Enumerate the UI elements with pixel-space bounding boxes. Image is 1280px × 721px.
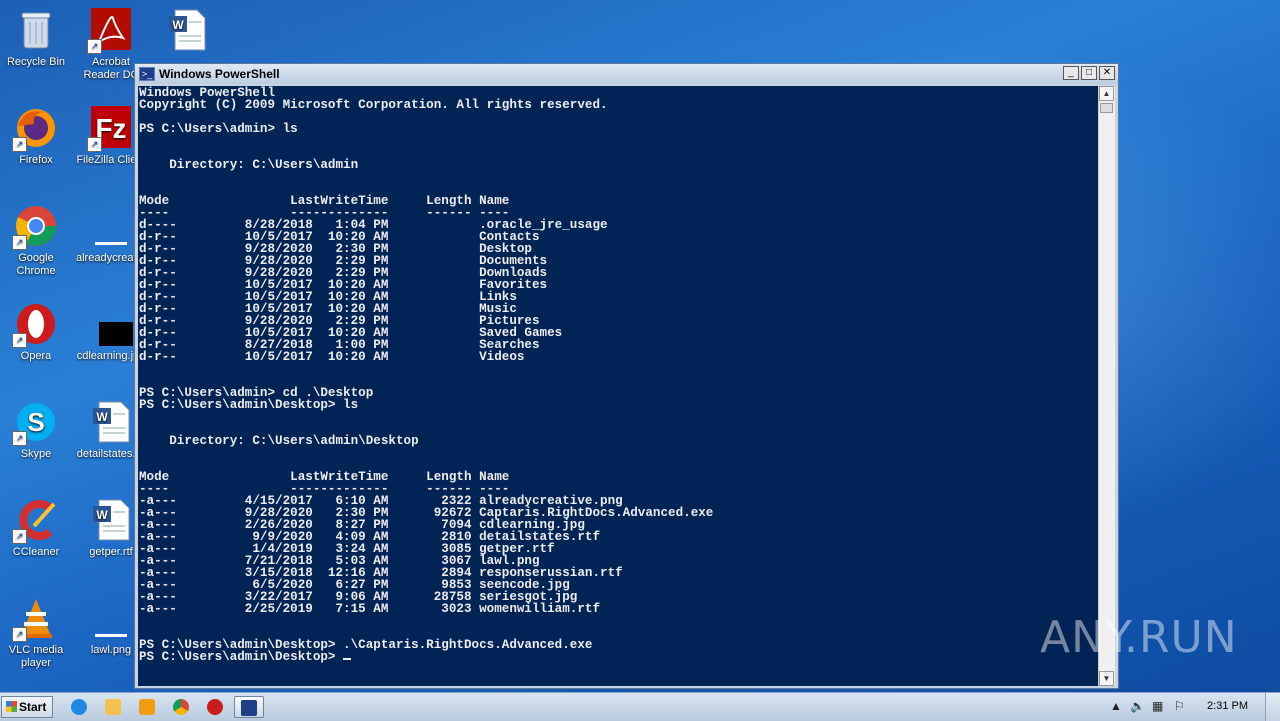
- console-line: Directory: C:\Users\admin\Desktop: [139, 434, 419, 448]
- powershell-icon: [241, 700, 257, 716]
- opera-icon: [207, 699, 223, 715]
- desktop-icon-vlc[interactable]: ↗ VLC media player: [1, 596, 71, 670]
- desktop-icon-label: VLC media player: [8, 644, 64, 669]
- shortcut-arrow-icon: ↗: [12, 529, 27, 544]
- desktop-icon-label: Recycle Bin: [6, 56, 66, 68]
- desktop-icon-chrome[interactable]: ↗ Google Chrome: [1, 204, 71, 278]
- scroll-thumb[interactable]: [1100, 103, 1113, 113]
- start-button[interactable]: Start: [1, 696, 53, 718]
- chrome-icon: [173, 699, 189, 715]
- explorer-folder-icon: [105, 699, 121, 715]
- taskbar-opera[interactable]: [202, 696, 228, 718]
- scroll-up-arrow-icon[interactable]: ▲: [1099, 86, 1114, 101]
- taskbar-clock[interactable]: 2:31 PM: [1207, 700, 1248, 712]
- vertical-scrollbar[interactable]: ▲ ▼: [1098, 86, 1115, 686]
- internet-explorer-icon: [71, 699, 87, 715]
- filezilla-icon: Fz ↗: [87, 106, 133, 152]
- shortcut-arrow-icon: ↗: [12, 235, 27, 250]
- window-controls: _ □ ✕: [1063, 66, 1115, 80]
- show-desktop-button[interactable]: [1265, 693, 1280, 721]
- shortcut-arrow-icon: ↗: [12, 137, 27, 152]
- powershell-icon: >_: [139, 67, 155, 81]
- start-label: Start: [19, 700, 47, 714]
- shortcut-arrow-icon: ↗: [87, 137, 102, 152]
- window-title: Windows PowerShell: [159, 67, 280, 81]
- console-line: Directory: C:\Users\admin: [139, 158, 359, 172]
- console-line: PS C:\Users\admin> ls: [139, 122, 298, 136]
- system-tray: ▲ 🔈 ▦ ⚐: [1100, 693, 1280, 721]
- desktop-icon-label: CCleaner: [12, 546, 60, 558]
- recycle-bin-icon: [14, 8, 58, 52]
- ccleaner-icon: ↗: [12, 498, 58, 544]
- shortcut-arrow-icon: ↗: [87, 39, 102, 54]
- desktop-icon-label: Google Chrome: [16, 252, 56, 277]
- console-output[interactable]: Windows PowerShell Copyright (C) 2009 Mi…: [138, 86, 1098, 686]
- image-file-icon: [89, 596, 133, 640]
- firefox-icon: ↗: [12, 106, 58, 152]
- maximize-button[interactable]: □: [1081, 66, 1097, 80]
- desktop-icon-word-doc[interactable]: W: [152, 8, 222, 56]
- taskbar-chrome[interactable]: [168, 696, 194, 718]
- text-cursor: [343, 658, 352, 660]
- svg-text:W: W: [96, 410, 108, 424]
- skype-icon: S ↗: [12, 400, 58, 446]
- desktop-icon-label: Opera: [20, 350, 52, 362]
- acrobat-icon: ↗: [87, 8, 133, 54]
- opera-icon: ↗: [12, 302, 58, 348]
- svg-text:W: W: [96, 508, 108, 522]
- taskbar-powershell[interactable]: [234, 696, 264, 718]
- taskbar-internet-explorer[interactable]: [66, 696, 92, 718]
- word-doc-icon: W: [89, 498, 133, 542]
- word-doc-icon: W: [89, 400, 133, 444]
- show-hidden-icons-icon[interactable]: ▲: [1110, 699, 1122, 713]
- network-icon[interactable]: ▦: [1152, 699, 1163, 713]
- desktop-icon-label: Firefox: [19, 154, 53, 166]
- close-button[interactable]: ✕: [1099, 66, 1115, 80]
- shortcut-arrow-icon: ↗: [12, 627, 27, 642]
- media-player-icon: [139, 699, 155, 715]
- anyrun-watermark: ANY.RUN: [1040, 612, 1238, 663]
- console-line: Copyright (C) 2009 Microsoft Corporation…: [139, 98, 608, 112]
- volume-icon[interactable]: 🔈: [1130, 699, 1145, 713]
- console-line: PS C:\Users\admin\Desktop> ls: [139, 398, 359, 412]
- taskbar: Start ▲ 🔈 ▦ ⚐ 2:31 PM: [0, 692, 1280, 721]
- desktop-icon-label: Skype: [20, 448, 52, 460]
- image-file-icon: [89, 204, 133, 248]
- desktop-icon-skype[interactable]: S ↗ Skype: [1, 400, 71, 461]
- word-doc-icon: W: [165, 8, 209, 52]
- console-line: PS C:\Users\admin\Desktop>: [139, 650, 344, 664]
- svg-text:W: W: [172, 18, 184, 32]
- desktop-icon-recycle-bin[interactable]: Recycle Bin: [1, 8, 71, 69]
- window-titlebar[interactable]: >_ Windows PowerShell _ □ ✕: [135, 64, 1118, 84]
- vlc-icon: ↗: [12, 596, 58, 642]
- console-line: -a--- 2/25/2019 7:15 AM 3023 womenwillia…: [139, 602, 601, 616]
- action-center-flag-icon[interactable]: ⚐: [1174, 699, 1185, 713]
- minimize-button[interactable]: _: [1063, 66, 1079, 80]
- windows-logo-icon: [6, 701, 17, 712]
- shortcut-arrow-icon: ↗: [12, 333, 27, 348]
- image-file-icon: [89, 302, 133, 346]
- scroll-down-arrow-icon[interactable]: ▼: [1099, 671, 1114, 686]
- console-text: Windows PowerShell Copyright (C) 2009 Mi…: [138, 86, 1098, 664]
- shortcut-arrow-icon: ↗: [12, 431, 27, 446]
- desktop-icon-ccleaner[interactable]: ↗ CCleaner: [1, 498, 71, 559]
- taskbar-explorer[interactable]: [100, 696, 126, 718]
- desktop-icon-opera[interactable]: ↗ Opera: [1, 302, 71, 363]
- console-line: d-r-- 10/5/2017 10:20 AM Videos: [139, 350, 525, 364]
- powershell-window[interactable]: >_ Windows PowerShell _ □ ✕ Windows Powe…: [134, 63, 1119, 689]
- desktop-icon-firefox[interactable]: ↗ Firefox: [1, 106, 71, 167]
- taskbar-media-player[interactable]: [134, 696, 160, 718]
- chrome-icon: ↗: [12, 204, 58, 250]
- svg-text:S: S: [27, 407, 44, 437]
